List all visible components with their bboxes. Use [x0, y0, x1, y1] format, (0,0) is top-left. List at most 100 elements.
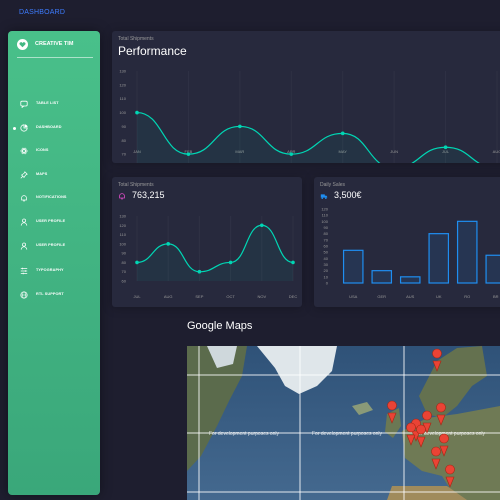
data-point [197, 269, 202, 274]
y-tick-label: 100 [119, 110, 126, 115]
y-tick-label: 70 [122, 152, 127, 157]
bar [456, 220, 478, 284]
sidebar-item-label: USER PROFILE [36, 219, 66, 223]
navbar-brand[interactable]: DASHBOARD [19, 9, 65, 16]
pin-icon [20, 171, 28, 179]
y-tick-label: 80 [324, 231, 329, 236]
sidebar-item-notifications[interactable]: NOTIFICATIONS [17, 191, 97, 205]
data-point [228, 260, 233, 265]
bar [485, 254, 500, 284]
shipments-card: Total Shipments 763,215 60 70 80 90 100 110 12… [112, 177, 302, 307]
bell-icon [21, 195, 27, 202]
sidebar-item-icons[interactable]: ICONS [17, 144, 97, 158]
data-point [443, 145, 448, 150]
data-point [135, 110, 139, 115]
sidebar-item-label: TABLE LIST [36, 101, 59, 105]
sidebar-item-user-profile-2[interactable]: USER PROFILE [17, 239, 97, 253]
sidebar-item-label: NOTIFICATIONS [36, 195, 67, 199]
top-navbar: DASHBOARD [0, 0, 500, 26]
performance-chart: 60708090100110120130JANFEBMARAPRMAYJUNJU… [119, 69, 500, 163]
sidebar-item-dashboard[interactable]: DASHBOARD [13, 121, 97, 135]
user-icon [20, 218, 28, 226]
x-tick-label: UK [436, 294, 442, 299]
y-tick-label: 0 [326, 281, 329, 286]
shipments-chart: 60 70 80 90 100 110 120 130 JUL AUG SEP OCT NOV DEC [119, 214, 298, 300]
y-tick-label: 10 [324, 274, 329, 279]
align-icon [20, 267, 28, 275]
x-tick-label: BR [493, 294, 499, 299]
map-watermark: For development purposes only [415, 431, 486, 437]
performance-card: Total Shipments Performance 607080901001… [112, 31, 500, 163]
sidebar-item-label: DASHBOARD [36, 125, 62, 129]
sales-chart: 0 102030405060 708090100110120 USA GER AUS UK R… [321, 207, 500, 299]
y-tick-label: 90 [122, 251, 127, 256]
sidebar-item-maps[interactable]: MAPS [17, 168, 97, 182]
y-tick-label: 130 [119, 214, 126, 219]
y-tick-label: 50 [324, 250, 329, 255]
sidebar-item-label: ICONS [36, 148, 49, 152]
y-tick-label: 60 [122, 279, 127, 284]
x-tick-label: GER [377, 294, 386, 299]
y-tick-label: 80 [122, 138, 127, 143]
sidebar-item-label: MAPS [36, 172, 48, 176]
data-point [340, 131, 345, 136]
x-tick-label: JUN [390, 149, 398, 154]
y-tick-label: 130 [119, 69, 126, 74]
y-tick-label: 100 [119, 241, 126, 246]
x-tick-label: AUG [164, 294, 173, 299]
chart-pie-icon [20, 124, 28, 132]
sidebar-item-label: USER PROFILE [36, 243, 66, 247]
y-tick-label: 90 [324, 225, 329, 230]
data-point [135, 260, 139, 265]
y-tick-label: 70 [324, 237, 329, 242]
x-tick-label: USA [349, 294, 358, 299]
x-tick-label: RO [464, 294, 470, 299]
user-icon [20, 242, 28, 250]
y-tick-label: 40 [324, 256, 329, 261]
map-canvas: For development purposes only For develo… [187, 346, 500, 500]
sidebar-item-label: RTL SUPPORT [36, 292, 64, 296]
sidebar-item-user-profile[interactable]: USER PROFILE [17, 215, 97, 229]
y-tick-label: 30 [324, 262, 329, 267]
data-point [289, 152, 294, 156]
y-tick-label: 80 [122, 260, 127, 265]
y-tick-label: 70 [122, 269, 127, 274]
series-area [137, 225, 293, 281]
x-tick-label: NOV [257, 294, 266, 299]
map-watermark: For development purposes only [312, 431, 383, 437]
y-tick-label: 60 [324, 244, 329, 249]
y-tick-label: 110 [120, 96, 127, 101]
world-icon [20, 291, 28, 299]
sidebar-divider [17, 57, 93, 58]
bar [371, 270, 393, 284]
sidebar-item-rtl-support[interactable]: RTL SUPPORT [17, 288, 97, 302]
y-tick-label: 120 [119, 223, 126, 228]
bar [342, 249, 364, 284]
x-tick-label: OCT [226, 294, 235, 299]
x-tick-label: SEP [195, 294, 203, 299]
chat-icon [20, 100, 28, 108]
x-tick-label: AUS [406, 294, 415, 299]
heart-icon[interactable] [17, 39, 28, 50]
y-tick-label: 120 [321, 207, 328, 212]
x-tick-label: DEC [289, 294, 298, 299]
sidebar-item-typography[interactable]: TYPOGRAPHY [17, 264, 97, 278]
data-point [238, 124, 242, 129]
data-point [166, 242, 170, 246]
app-name[interactable]: CREATIVE TIM [35, 41, 73, 47]
sales-card: Daily Sales 3,500€ 0 10 20 30 40 50 60 70 80 90 10… [314, 177, 500, 307]
x-tick-label: JUL [133, 294, 141, 299]
y-tick-label: 20 [324, 268, 329, 273]
bar [428, 233, 450, 284]
bar [399, 276, 421, 284]
sidebar-item-table-list[interactable]: TABLE LIST [17, 97, 97, 111]
map-watermark: For development purposes only [209, 431, 280, 437]
atom-icon [20, 147, 28, 155]
google-map[interactable]: For development purposes only For develo… [187, 346, 500, 500]
series-area [137, 112, 479, 163]
sidebar: CREATIVE TIM TABLE LIST DASHBOARD ICONS … [8, 31, 100, 495]
data-point [186, 152, 191, 156]
active-indicator [13, 127, 16, 130]
y-tick-label: 100 [321, 219, 328, 224]
y-tick-label: 110 [322, 213, 329, 218]
